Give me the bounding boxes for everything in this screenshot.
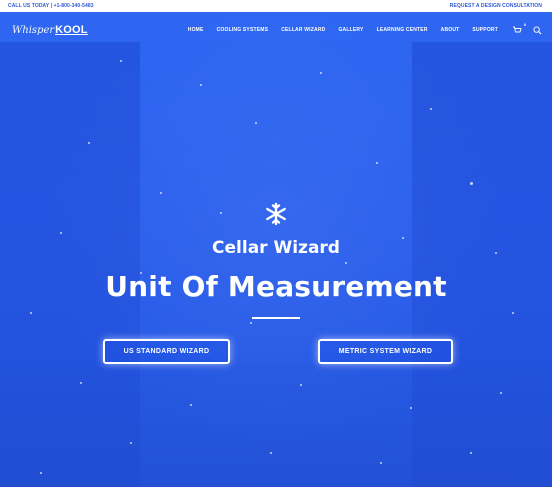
nav-gallery[interactable]: GALLERY (338, 27, 363, 33)
hero-content: Cellar Wizard Unit Of Measurement (0, 202, 552, 319)
hero-subtitle: Cellar Wizard (212, 238, 340, 258)
cart-count: 0 (523, 22, 526, 27)
us-standard-wizard-button[interactable]: US STANDARD WIZARD (103, 339, 230, 364)
main-navbar: Whisper KOOL HOME COOLING SYSTEMS CELLAR… (0, 12, 552, 48)
top-bar: CALL US TODAY | +1-800-340-5483 REQUEST … (0, 0, 552, 12)
metric-system-wizard-button[interactable]: METRIC SYSTEM WIZARD (318, 339, 453, 364)
nav-about[interactable]: ABOUT (441, 27, 460, 33)
primary-nav: HOME COOLING SYSTEMS CELLAR WIZARD GALLE… (188, 27, 498, 33)
title-divider (252, 317, 300, 319)
design-consultation-link[interactable]: REQUEST A DESIGN CONSULTATION (450, 3, 542, 9)
whisperkool-logo[interactable]: Whisper KOOL (12, 24, 88, 36)
logo-text-kool: KOOL (55, 24, 88, 36)
cellar-floor (0, 347, 552, 487)
logo-text-whisper: Whisper (12, 25, 55, 36)
search-icon[interactable] (533, 25, 542, 35)
nav-learning-center[interactable]: LEARNING CENTER (377, 27, 428, 33)
cart-icon[interactable]: 0 (512, 22, 526, 35)
phone-link[interactable]: CALL US TODAY | +1-800-340-5483 (8, 3, 94, 9)
snowflake-icon (264, 202, 288, 231)
nav-support[interactable]: SUPPORT (472, 27, 498, 33)
nav-cooling-systems[interactable]: COOLING SYSTEMS (217, 27, 269, 33)
hero-title: Unit Of Measurement (105, 270, 447, 303)
nav-home[interactable]: HOME (188, 27, 204, 33)
nav-icons: 0 (512, 22, 542, 35)
nav-cellar-wizard[interactable]: CELLAR WIZARD (281, 27, 325, 33)
hero-section: Whisper KOOL HOME COOLING SYSTEMS CELLAR… (0, 12, 552, 487)
